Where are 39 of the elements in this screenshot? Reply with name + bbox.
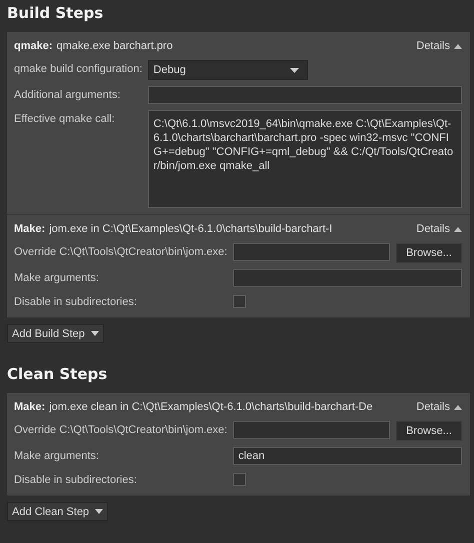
field-label: Override C:\Qt\Tools\QtCreator\bin\jom.exe: xyxy=(14,423,228,438)
details-toggle[interactable]: Details xyxy=(416,40,462,52)
field-label: Disable in subdirectories: xyxy=(14,295,138,310)
section-title: Build Steps xyxy=(7,3,104,24)
field-label: Effective qmake call: xyxy=(14,112,116,127)
input-field[interactable] xyxy=(233,269,462,287)
section-title: Clean Steps xyxy=(7,364,108,385)
dropdown-arrow-icon xyxy=(90,331,99,336)
browse-button[interactable]: Browse... xyxy=(396,421,462,441)
field-label: Disable in subdirectories: xyxy=(14,473,138,488)
dropdown-arrow-icon xyxy=(95,509,104,514)
input-field[interactable] xyxy=(233,421,390,439)
checkbox[interactable] xyxy=(233,295,246,308)
step-summary: qmake.exe barchart.pro xyxy=(56,40,174,52)
field-label: qmake build configuration: xyxy=(14,62,142,77)
field-label: Additional arguments: xyxy=(14,88,122,103)
field-label: Override C:\Qt\Tools\QtCreator\bin\jom.exe: xyxy=(14,245,228,260)
collapse-triangle-icon xyxy=(454,226,462,232)
step-type-label: qmake: xyxy=(14,40,53,52)
step-summary: jom.exe in C:\Qt\Examples\Qt-6.1.0\charts\build-barchart-I xyxy=(49,223,334,235)
step-summary: jom.exe clean in C:\Qt\Examples\Qt-6.1.0\charts\build-barchart-De xyxy=(49,401,374,413)
details-toggle[interactable]: Details xyxy=(416,401,462,413)
dropdown-arrow-icon xyxy=(290,68,300,72)
configuration-dropdown[interactable]: Debug xyxy=(148,60,308,80)
input-field[interactable] xyxy=(148,86,462,104)
browse-button[interactable]: Browse... xyxy=(396,243,462,263)
collapse-triangle-icon xyxy=(454,404,462,410)
field-label: Make arguments: xyxy=(14,449,100,464)
add-step-button[interactable]: Add Build Step xyxy=(7,324,104,343)
input-field[interactable]: clean xyxy=(233,447,462,465)
step-type-label: Make: xyxy=(14,401,46,413)
details-toggle[interactable]: Details xyxy=(416,223,462,235)
step-type-label: Make: xyxy=(14,223,46,235)
add-step-button[interactable]: Add Clean Step xyxy=(7,502,108,521)
command-text-area: C:\Qt\6.1.0\msvc2019_64\bin\qmake.exe C:\Qt\Examples\Qt-6.1.0\charts\barchart\barchart.pro -spec win32-msvc "CONFIG+=debug" "CONFIG+=qml_debug" && C:/Qt/Tools/QtCreator/bin/jom.exe qmake_all xyxy=(148,110,462,208)
checkbox[interactable] xyxy=(233,473,246,486)
collapse-triangle-icon xyxy=(454,44,462,48)
field-label: Make arguments: xyxy=(14,271,100,286)
input-field[interactable] xyxy=(233,243,390,261)
